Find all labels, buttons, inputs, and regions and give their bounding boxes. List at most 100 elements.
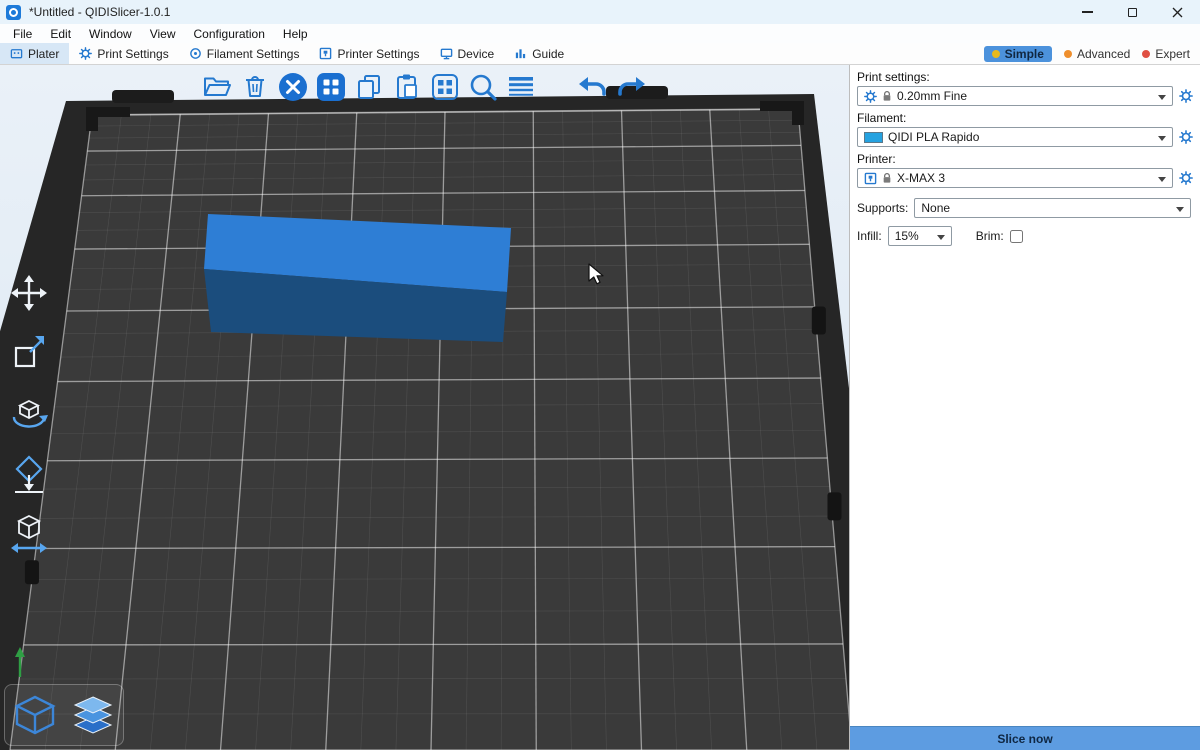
app-window: *Untitled - QIDISlicer-1.0.1 File Edit W… <box>0 0 1200 750</box>
gizmo-toolbar <box>6 270 52 556</box>
paste-button[interactable] <box>390 70 424 104</box>
tab-device[interactable]: Device <box>430 43 505 64</box>
print-settings-icon <box>79 47 92 60</box>
tab-printer-settings[interactable]: Printer Settings <box>309 43 429 64</box>
printer-combo[interactable]: X-MAX 3 <box>857 168 1173 188</box>
filament-label: Filament: <box>857 111 1194 125</box>
filament-color-swatch <box>864 132 883 143</box>
minimize-button[interactable] <box>1065 0 1110 24</box>
chevron-down-icon <box>1176 207 1184 212</box>
menu-edit[interactable]: Edit <box>41 27 80 41</box>
menu-window[interactable]: Window <box>80 27 141 41</box>
supports-label: Supports: <box>857 201 908 215</box>
redo-button[interactable] <box>614 70 648 104</box>
redo-icon <box>615 71 647 103</box>
expert-mode-dot-icon <box>1142 50 1150 58</box>
close-button[interactable] <box>1155 0 1200 24</box>
move-gizmo-button[interactable] <box>6 270 52 316</box>
plater-icon <box>10 47 23 60</box>
filament-combo[interactable]: QIDI PLA Rapido <box>857 127 1173 147</box>
tab-print-settings[interactable]: Print Settings <box>69 43 178 64</box>
preview-view-button[interactable] <box>67 689 119 741</box>
chevron-down-icon <box>937 235 945 240</box>
scale-gizmo-button[interactable] <box>6 330 52 376</box>
infill-combo[interactable]: 15% <box>888 226 952 246</box>
menu-view[interactable]: View <box>141 27 185 41</box>
layers-preview-icon <box>69 691 117 739</box>
arrange-button[interactable] <box>314 70 348 104</box>
lock-icon <box>882 172 892 184</box>
cut-icon <box>7 511 51 555</box>
place-on-face-gizmo-button[interactable] <box>6 450 52 496</box>
layer-height-button[interactable] <box>504 70 538 104</box>
variable-layer-height-icon <box>506 72 536 102</box>
search-button[interactable] <box>466 70 500 104</box>
copy-button[interactable] <box>352 70 386 104</box>
undo-icon <box>577 71 609 103</box>
profile-gear-icon <box>864 90 877 103</box>
maximize-button[interactable] <box>1110 0 1155 24</box>
slice-now-button[interactable]: Slice now <box>850 726 1200 750</box>
mode-simple[interactable]: Simple <box>984 46 1052 62</box>
menu-file[interactable]: File <box>4 27 41 41</box>
print-settings-label: Print settings: <box>857 70 1194 84</box>
print-settings-gear-button[interactable] <box>1178 88 1194 104</box>
scale-icon <box>7 331 51 375</box>
filament-gear-button[interactable] <box>1178 129 1194 145</box>
app-logo-icon <box>6 5 21 20</box>
menubar: File Edit Window View Configuration Help <box>0 24 1200 43</box>
rotate-gizmo-button[interactable] <box>6 390 52 436</box>
tab-guide[interactable]: Guide <box>504 43 574 64</box>
maximize-icon <box>1128 8 1137 17</box>
tabbar: Plater Print Settings Filament Settings … <box>0 43 1200 65</box>
view-switcher <box>4 684 124 746</box>
gear-icon <box>1179 171 1193 185</box>
print-settings-combo[interactable]: 0.20mm Fine <box>857 86 1173 106</box>
mode-advanced[interactable]: Advanced <box>1064 47 1130 61</box>
infill-value: 15% <box>895 229 919 243</box>
printer-icon <box>864 172 877 185</box>
chevron-down-icon <box>1158 136 1166 141</box>
lock-icon <box>882 90 892 102</box>
tab-filament-settings[interactable]: Filament Settings <box>179 43 310 64</box>
guide-icon <box>514 47 527 60</box>
delete-all-icon <box>277 71 309 103</box>
minimize-icon <box>1082 11 1093 12</box>
delete-all-button[interactable] <box>276 70 310 104</box>
delete-button[interactable] <box>238 70 272 104</box>
filament-value: QIDI PLA Rapido <box>888 130 979 144</box>
printer-settings-icon <box>319 47 332 60</box>
open-button[interactable] <box>200 70 234 104</box>
undo-button[interactable] <box>576 70 610 104</box>
print-settings-value: 0.20mm Fine <box>897 89 967 103</box>
move-icon <box>7 271 51 315</box>
filament-settings-icon <box>189 47 202 60</box>
tab-plater[interactable]: Plater <box>0 43 69 64</box>
search-icon <box>467 71 499 103</box>
build-plate[interactable] <box>0 65 849 750</box>
supports-row: Supports: None <box>857 198 1194 218</box>
advanced-mode-dot-icon <box>1064 50 1072 58</box>
split-objects-icon <box>430 72 460 102</box>
printer-gear-button[interactable] <box>1178 170 1194 186</box>
printer-label: Printer: <box>857 152 1194 166</box>
mode-expert[interactable]: Expert <box>1142 47 1190 61</box>
plater-toolbar <box>200 70 648 104</box>
mode-switcher: Simple Advanced Expert <box>984 46 1200 62</box>
infill-label: Infill: <box>857 229 882 243</box>
tab-label: Print Settings <box>97 47 168 61</box>
close-icon <box>1172 7 1183 18</box>
brim-checkbox[interactable] <box>1010 230 1023 243</box>
split-button[interactable] <box>428 70 462 104</box>
viewport-3d[interactable] <box>0 65 849 750</box>
place-on-face-icon <box>7 451 51 495</box>
brim-label: Brim: <box>976 229 1004 243</box>
editor-view-button[interactable] <box>9 689 61 741</box>
toolbar-spacer <box>542 87 572 88</box>
supports-value: None <box>921 201 950 215</box>
tab-label: Guide <box>532 47 564 61</box>
menu-configuration[interactable]: Configuration <box>185 27 274 41</box>
cut-gizmo-button[interactable] <box>6 510 52 556</box>
supports-combo[interactable]: None <box>914 198 1191 218</box>
menu-help[interactable]: Help <box>274 27 317 41</box>
